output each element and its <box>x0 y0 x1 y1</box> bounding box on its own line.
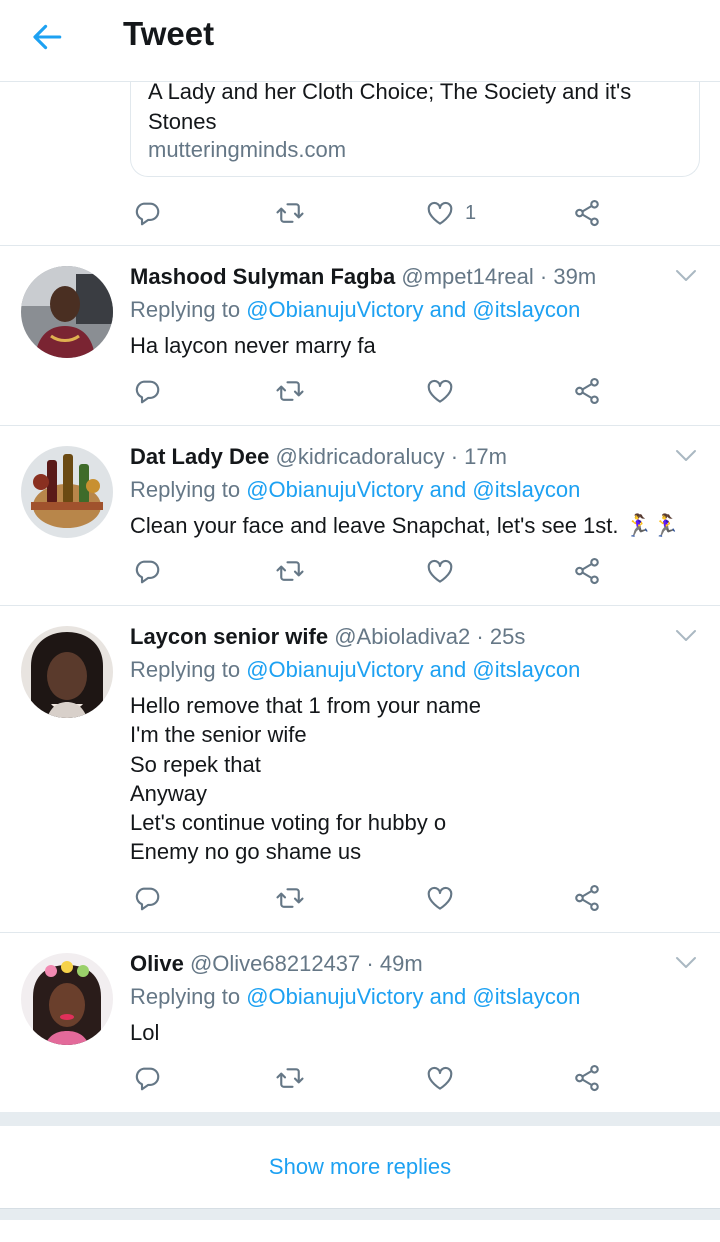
mention-link[interactable]: @ObianujuVictory <box>246 984 423 1009</box>
mention-link[interactable]: @ObianujuVictory <box>246 657 423 682</box>
like-button[interactable] <box>425 1060 455 1096</box>
replying-to: Replying to @ObianujuVictory and @itslay… <box>130 984 581 1009</box>
mention-link[interactable]: @ObianujuVictory <box>246 297 423 322</box>
retweet-button[interactable] <box>275 373 305 409</box>
reply-icon <box>132 198 162 228</box>
link-card-domain: mutteringminds.com <box>148 137 347 162</box>
reply-button[interactable] <box>132 1060 162 1096</box>
chevron-down-icon[interactable] <box>674 953 698 973</box>
display-name[interactable]: Mashood Sulyman Fagba <box>130 264 395 289</box>
reply-tweet[interactable]: Laycon senior wife @Abioladiva2 · 25s Re… <box>0 606 720 933</box>
reply-button[interactable] <box>132 373 162 409</box>
heart-icon <box>425 1063 455 1093</box>
chevron-down-icon[interactable] <box>674 446 698 466</box>
replying-to: Replying to @ObianujuVictory and @itslay… <box>130 297 581 322</box>
share-icon <box>572 883 602 913</box>
tweet-text: Ha laycon never marry fa <box>130 333 376 358</box>
avatar[interactable] <box>21 446 113 538</box>
reply-meta: Dat Lady Dee @kidricadoralucy · 17m <box>130 444 507 469</box>
retweet-icon <box>275 198 305 228</box>
reply-button[interactable] <box>132 880 162 916</box>
mention-link[interactable]: @ObianujuVictory <box>246 477 423 502</box>
retweet-icon <box>275 556 305 586</box>
retweet-button[interactable] <box>275 553 305 589</box>
retweet-button[interactable] <box>275 1060 305 1096</box>
arrow-left-icon[interactable] <box>30 20 64 54</box>
section-divider <box>0 1208 720 1220</box>
avatar[interactable] <box>21 266 113 358</box>
tweet-actions: 1 <box>130 195 610 231</box>
share-button[interactable] <box>572 195 602 231</box>
reply-icon <box>132 883 162 913</box>
reply-tweet[interactable]: Olive @Olive68212437 · 49m Replying to @… <box>0 933 720 1112</box>
share-icon <box>572 556 602 586</box>
retweet-icon <box>275 883 305 913</box>
chevron-down-icon[interactable] <box>674 626 698 646</box>
tweet-text: Hello remove that 1 from your name I'm t… <box>130 693 481 865</box>
main-tweet: A Lady and her Cloth Choice; The Society… <box>0 62 720 246</box>
share-icon <box>572 198 602 228</box>
share-icon <box>572 1063 602 1093</box>
reply-button[interactable] <box>132 195 162 231</box>
reply-icon <box>132 1063 162 1093</box>
reply-tweet[interactable]: Dat Lady Dee @kidricadoralucy · 17m Repl… <box>0 426 720 606</box>
share-button[interactable] <box>572 880 602 916</box>
top-bar: Tweet <box>0 0 720 82</box>
mention-link[interactable]: @itslaycon <box>472 297 580 322</box>
share-icon <box>572 376 602 406</box>
mention-link[interactable]: @itslaycon <box>472 984 580 1009</box>
username[interactable]: @mpet14real <box>401 264 533 289</box>
display-name[interactable]: Olive <box>130 951 184 976</box>
heart-icon <box>425 198 455 228</box>
section-divider <box>0 1112 720 1126</box>
tweet-actions <box>130 553 610 589</box>
mention-link[interactable]: @itslaycon <box>472 477 580 502</box>
retweet-icon <box>275 1063 305 1093</box>
username[interactable]: @Olive68212437 <box>190 951 360 976</box>
like-button[interactable]: 1 <box>425 195 476 231</box>
heart-icon <box>425 883 455 913</box>
replying-to: Replying to @ObianujuVictory and @itslay… <box>130 477 581 502</box>
mention-link[interactable]: @itslaycon <box>472 657 580 682</box>
show-more-replies-button[interactable]: Show more replies <box>0 1126 720 1208</box>
retweet-icon <box>275 376 305 406</box>
avatar[interactable] <box>21 626 113 718</box>
page-title: Tweet <box>123 15 215 52</box>
retweet-button[interactable] <box>275 195 305 231</box>
link-card-title: A Lady and her Cloth Choice; The Society… <box>148 79 632 134</box>
reply-tweet[interactable]: Mashood Sulyman Fagba @mpet14real · 39m … <box>0 246 720 426</box>
timestamp: 49m <box>379 951 423 976</box>
tweet-actions <box>130 880 610 916</box>
display-name[interactable]: Dat Lady Dee <box>130 444 269 469</box>
heart-icon <box>425 556 455 586</box>
retweet-button[interactable] <box>275 880 305 916</box>
like-button[interactable] <box>425 880 455 916</box>
avatar[interactable] <box>21 953 113 1045</box>
reply-icon <box>132 376 162 406</box>
timestamp: 25s <box>489 624 526 649</box>
tweet-text: Clean your face and leave Snapchat, let'… <box>130 513 680 538</box>
share-button[interactable] <box>572 1060 602 1096</box>
like-button[interactable] <box>425 373 455 409</box>
display-name[interactable]: Laycon senior wife <box>130 624 328 649</box>
tweet-actions <box>130 1060 610 1096</box>
like-button[interactable] <box>425 553 455 589</box>
reply-button[interactable] <box>132 553 162 589</box>
share-button[interactable] <box>572 553 602 589</box>
tweet-actions <box>130 373 610 409</box>
like-count: 1 <box>465 201 477 224</box>
username[interactable]: @Abioladiva2 <box>334 624 470 649</box>
replying-to: Replying to @ObianujuVictory and @itslay… <box>130 657 581 682</box>
heart-icon <box>425 376 455 406</box>
reply-meta: Olive @Olive68212437 · 49m <box>130 951 423 976</box>
share-button[interactable] <box>572 373 602 409</box>
chevron-down-icon[interactable] <box>674 266 698 286</box>
timestamp: 39m <box>553 264 597 289</box>
reply-meta: Mashood Sulyman Fagba @mpet14real · 39m <box>130 264 597 289</box>
tweet-text: Lol <box>130 1020 160 1045</box>
timestamp: 17m <box>464 444 507 469</box>
reply-icon <box>132 556 162 586</box>
username[interactable]: @kidricadoralucy <box>276 444 445 469</box>
reply-meta: Laycon senior wife @Abioladiva2 · 25s <box>130 624 526 649</box>
